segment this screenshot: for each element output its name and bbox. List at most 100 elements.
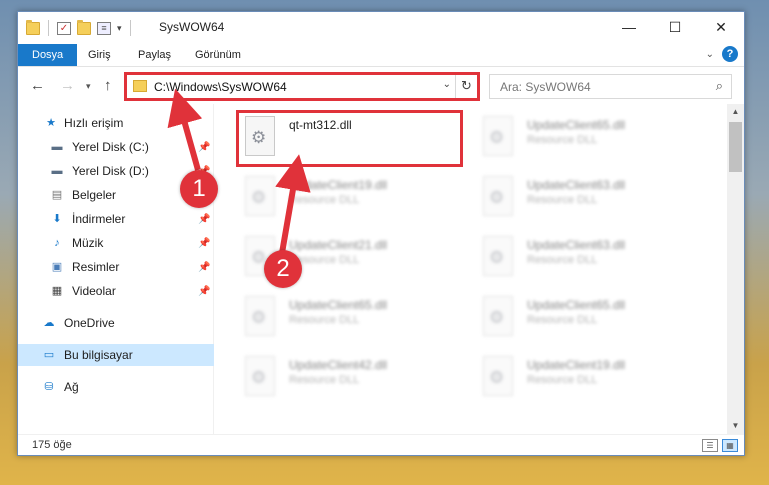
file-item[interactable]: UpdateClient65.dll Resource DLL bbox=[239, 292, 469, 348]
tab-home[interactable]: Giriş bbox=[88, 44, 111, 66]
sidebar-item-quick-access[interactable]: ★ Hızlı erişim bbox=[18, 112, 214, 134]
tab-file[interactable]: Dosya bbox=[18, 44, 78, 66]
title-bar: ✓ ≡ ▾ SysWOW64 — ☐ ✕ bbox=[18, 12, 744, 43]
document-icon: ▤ bbox=[51, 189, 63, 201]
pin-icon[interactable]: 📌 bbox=[198, 262, 210, 273]
maximize-button[interactable]: ☐ bbox=[652, 12, 698, 42]
file-item[interactable]: UpdateClient65.dll Resource DLL bbox=[477, 112, 707, 168]
recent-locations-icon[interactable]: ▾ bbox=[86, 81, 91, 92]
back-icon[interactable]: ← bbox=[30, 77, 45, 94]
file-type: Resource DLL bbox=[289, 374, 360, 386]
file-item[interactable]: UpdateClient63.dll Resource DLL bbox=[477, 172, 707, 228]
search-icon[interactable]: ⌕ bbox=[716, 78, 723, 94]
search-box[interactable]: Ara: SysWOW64 ⌕ bbox=[489, 74, 732, 99]
sidebar-item-disk-c[interactable]: ▬ Yerel Disk (C:) 📌 bbox=[18, 136, 214, 158]
music-icon: ♪ bbox=[54, 237, 60, 249]
large-icons-view-icon[interactable]: ▦ bbox=[722, 439, 738, 452]
close-button[interactable]: ✕ bbox=[698, 12, 744, 42]
sidebar-item-label: Bu bilgisayar bbox=[64, 348, 133, 362]
step-2-badge: 2 bbox=[264, 250, 302, 288]
file-type: Resource DLL bbox=[527, 314, 598, 326]
sidebar-item-label: Hızlı erişim bbox=[64, 116, 124, 130]
pin-icon[interactable]: 📌 bbox=[198, 286, 210, 297]
file-type: Resource DLL bbox=[527, 134, 598, 146]
sidebar-item-label: Müzik bbox=[72, 236, 104, 250]
customize-toolbar-icon[interactable]: ▾ bbox=[117, 23, 122, 34]
dll-file-icon bbox=[483, 356, 513, 396]
file-type: Resource DLL bbox=[289, 194, 360, 206]
ribbon-tabs: Dosya Giriş Paylaş Görünüm ⌄ ? bbox=[18, 43, 744, 67]
tab-view[interactable]: Görünüm bbox=[195, 44, 241, 66]
scroll-up-icon[interactable]: ▲ bbox=[727, 104, 744, 120]
file-type: Resource DLL bbox=[527, 194, 598, 206]
toolbar-divider bbox=[48, 20, 49, 36]
file-item[interactable]: UpdateClient65.dll Resource DLL bbox=[477, 292, 707, 348]
dll-file-icon bbox=[483, 236, 513, 276]
file-item[interactable]: UpdateClient63.dll Resource DLL bbox=[477, 232, 707, 288]
file-name: UpdateClient63.dll bbox=[527, 178, 626, 192]
file-type: Resource DLL bbox=[527, 374, 598, 386]
sidebar-item-label: Resimler bbox=[72, 260, 120, 274]
navigation-bar: ← → ▾ ↑ C:\Windows\SysWOW64 ⌄ ↻ Ara: Sys… bbox=[18, 68, 744, 104]
search-input[interactable]: Ara: SysWOW64 bbox=[500, 80, 591, 94]
picture-icon: ▣ bbox=[51, 261, 63, 273]
network-icon: ⛁ bbox=[44, 381, 54, 393]
file-name: UpdateClient19.dll bbox=[527, 358, 626, 372]
sidebar-item-music[interactable]: ♪ Müzik 📌 bbox=[18, 232, 214, 254]
vertical-scrollbar[interactable]: ▲ ▼ bbox=[727, 104, 744, 434]
sidebar-item-videos[interactable]: ▦ Videolar 📌 bbox=[18, 280, 214, 302]
sidebar-item-label: Ağ bbox=[64, 380, 79, 394]
file-name: UpdateClient42.dll bbox=[289, 358, 388, 372]
new-folder-icon[interactable] bbox=[77, 19, 91, 35]
expand-ribbon-icon[interactable]: ⌄ bbox=[706, 49, 714, 60]
pin-icon[interactable]: 📌 bbox=[198, 214, 210, 225]
file-type: Resource DLL bbox=[289, 314, 360, 326]
dll-file-icon bbox=[245, 176, 275, 216]
minimize-button[interactable]: — bbox=[606, 12, 652, 42]
help-icon[interactable]: ? bbox=[722, 46, 738, 62]
tab-share[interactable]: Paylaş bbox=[138, 44, 171, 66]
scroll-down-icon[interactable]: ▼ bbox=[727, 418, 744, 434]
up-icon[interactable]: ↑ bbox=[104, 77, 112, 94]
file-name: UpdateClient65.dll bbox=[527, 298, 626, 312]
video-icon: ▦ bbox=[51, 285, 63, 297]
file-item[interactable]: UpdateClient19.dll Resource DLL bbox=[239, 172, 469, 228]
window-title: SysWOW64 bbox=[159, 20, 225, 34]
sidebar-item-label: Yerel Disk (C:) bbox=[72, 140, 149, 154]
navigation-pane: ★ Hızlı erişim ▬ Yerel Disk (C:) 📌 ▬ Yer… bbox=[18, 104, 214, 434]
scrollbar-thumb[interactable] bbox=[729, 122, 742, 172]
sidebar-item-pictures[interactable]: ▣ Resimler 📌 bbox=[18, 256, 214, 278]
sidebar-item-label: İndirmeler bbox=[72, 212, 126, 226]
dll-file-icon bbox=[245, 296, 275, 336]
dll-file-icon bbox=[245, 356, 275, 396]
star-icon: ★ bbox=[46, 117, 56, 129]
file-item[interactable]: UpdateClient19.dll Resource DLL bbox=[477, 352, 707, 408]
pin-icon[interactable]: 📌 bbox=[198, 142, 210, 153]
file-name: UpdateClient19.dll bbox=[289, 178, 388, 192]
quick-access-toolbar: ✓ ≡ ▾ bbox=[26, 19, 133, 36]
file-type: Resource DLL bbox=[527, 254, 598, 266]
dll-file-icon bbox=[483, 116, 513, 156]
sidebar-item-network[interactable]: ⛁ Ağ bbox=[18, 376, 214, 398]
pin-icon[interactable]: 📌 bbox=[198, 238, 210, 249]
toolbar-divider bbox=[129, 20, 131, 36]
file-name: UpdateClient21.dll bbox=[289, 238, 388, 252]
forward-icon[interactable]: → bbox=[60, 77, 75, 94]
sidebar-item-this-pc[interactable]: ▭ Bu bilgisayar bbox=[18, 344, 214, 366]
rename-icon[interactable]: ≡ bbox=[97, 21, 111, 35]
address-highlight-box bbox=[124, 72, 480, 101]
file-highlight-box bbox=[236, 110, 463, 167]
item-count: 175 öğe bbox=[32, 439, 72, 451]
step-1-badge: 1 bbox=[180, 170, 218, 208]
details-view-icon[interactable]: ☰ bbox=[702, 439, 718, 452]
drive-icon: ▬ bbox=[51, 141, 63, 153]
cloud-icon: ☁ bbox=[43, 317, 55, 329]
status-bar: 175 öğe ☰ ▦ bbox=[18, 434, 744, 455]
sidebar-item-onedrive[interactable]: ☁ OneDrive bbox=[18, 312, 214, 334]
download-icon: ⬇ bbox=[52, 213, 62, 225]
sidebar-item-label: Videolar bbox=[72, 284, 116, 298]
properties-icon[interactable]: ✓ bbox=[57, 21, 71, 35]
file-item[interactable]: UpdateClient42.dll Resource DLL bbox=[239, 352, 469, 408]
computer-icon: ▭ bbox=[43, 349, 55, 361]
sidebar-item-downloads[interactable]: ⬇ İndirmeler 📌 bbox=[18, 208, 214, 230]
